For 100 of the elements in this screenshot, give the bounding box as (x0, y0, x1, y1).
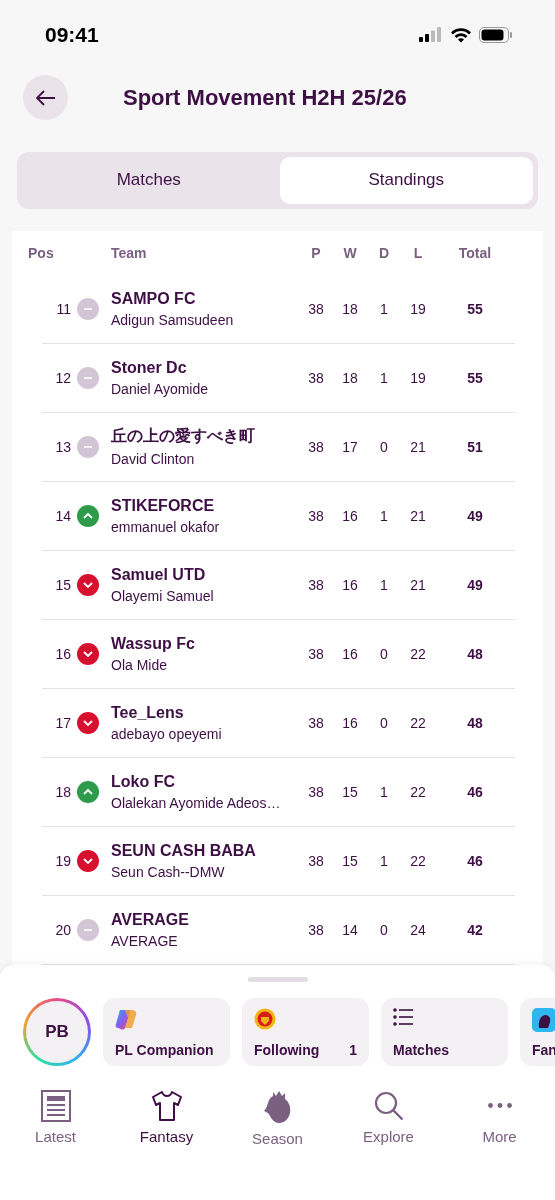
search-icon (372, 1089, 405, 1122)
total-points: 49 (466, 576, 484, 593)
table-cell-text: 14 (341, 921, 359, 938)
manager-name: Seun Cash--DMW (111, 863, 226, 880)
sheet-handle[interactable] (247, 976, 308, 982)
article-icon (40, 1089, 71, 1122)
table-cell-text: 21 (409, 438, 427, 455)
table-cell-text: 16 (341, 714, 359, 731)
table-cell-text: 22 (409, 852, 427, 869)
table-cell-text: 22 (409, 714, 427, 731)
table-cell-text: 38 (307, 921, 325, 938)
table-cell-text: 18 (341, 300, 359, 317)
position-number: 11 (56, 300, 71, 317)
shortcut-card[interactable]: Matches (381, 997, 508, 1066)
team-name: Wassup Fc (111, 634, 196, 653)
no-change-icon (77, 366, 99, 389)
total-points: 42 (466, 921, 484, 938)
team-name: SEUN CASH BABA (111, 841, 257, 860)
nav-item[interactable]: More (444, 1089, 555, 1147)
table-cell-text: 21 (409, 507, 427, 524)
table-cell-text: 0 (379, 921, 389, 938)
table-cell-text: 24 (409, 921, 427, 938)
no-change-icon (77, 297, 99, 320)
column-header: W (342, 244, 358, 261)
column-header: Team (111, 244, 148, 261)
table-cell-text: 16 (341, 645, 359, 662)
avatar[interactable]: PB (23, 997, 91, 1066)
manager-name: AVERAGE (111, 932, 179, 949)
list-icon (393, 1007, 413, 1026)
table-cell-text: 18 (341, 369, 359, 386)
signal-icon (419, 27, 443, 43)
table-cell-text: 38 (307, 300, 325, 317)
arrow-down-icon (77, 573, 99, 596)
team-name: Loko FC (111, 772, 176, 791)
position-number: 16 (55, 645, 71, 662)
arrow-down-icon (77, 711, 99, 734)
table-cell-text: 1 (379, 369, 389, 386)
column-header: Pos (28, 244, 55, 261)
position-number: 19 (55, 852, 71, 869)
manager-name: Olayemi Samuel (111, 587, 215, 604)
team-name: SAMPO FC (111, 289, 197, 308)
club-crest-icon (254, 1007, 276, 1030)
table-cell-text: 16 (341, 507, 359, 524)
manager-name: adebayo opeyemi (111, 725, 223, 742)
team-name: Tee_Lens (111, 703, 185, 722)
arrow-up-icon (77, 504, 99, 527)
position-number: 13 (55, 438, 71, 455)
table-cell-text: 38 (307, 714, 325, 731)
table-cell-text: 1 (379, 576, 389, 593)
nav-item[interactable]: Explore (333, 1089, 444, 1147)
manager-name: Daniel Ayomide (111, 380, 210, 397)
position-number: 17 (55, 714, 71, 731)
arrow-down-icon (77, 849, 99, 872)
table-cell-text: 19 (409, 300, 427, 317)
position-number: 12 (55, 369, 71, 386)
shortcut-card[interactable]: PL Companion (103, 997, 230, 1066)
tab[interactable]: Standings (279, 156, 533, 204)
total-points: 48 (466, 714, 484, 731)
nav-item[interactable]: Latest (0, 1089, 111, 1147)
position-number: 18 (55, 783, 71, 800)
team-name: 丘の上の愛すべき町 (111, 426, 256, 447)
no-change-icon (77, 435, 99, 458)
manager-name: David Clinton (111, 451, 196, 468)
page-title: Sport Movement H2H 25/26 (123, 84, 407, 111)
shortcut-card[interactable]: Following 1 (242, 997, 369, 1066)
team-name: STIKEFORCE (111, 496, 216, 515)
shirt-icon (150, 1089, 183, 1122)
table-cell-text: 38 (307, 576, 325, 593)
manager-name: Adigun Samsudeen (111, 311, 235, 328)
arrow-down-icon (77, 642, 99, 665)
table-cell-text: 19 (409, 369, 427, 386)
tab[interactable]: Matches (22, 156, 276, 204)
shortcut-label: PL Companion (115, 1041, 214, 1058)
shortcut-label: Matches (393, 1041, 450, 1058)
total-points: 51 (466, 438, 484, 455)
table-cell-text: 1 (379, 852, 389, 869)
total-points: 46 (466, 852, 484, 869)
total-points: 49 (466, 507, 484, 524)
column-header: P (310, 244, 322, 261)
table-cell-text: 15 (341, 783, 359, 800)
column-header: L (412, 244, 424, 261)
more-icon (487, 1103, 512, 1109)
sparkle-icon (115, 1007, 137, 1030)
table-cell-text: 38 (307, 507, 325, 524)
table-cell-text: 38 (307, 645, 325, 662)
table-cell-text: 22 (409, 783, 427, 800)
back-button[interactable] (23, 75, 68, 121)
total-points: 55 (466, 300, 484, 317)
column-header: D (377, 244, 391, 261)
table-cell-text: 38 (307, 783, 325, 800)
table-cell-text: 1 (379, 783, 389, 800)
nav-item[interactable]: Season (222, 1089, 333, 1147)
nav-item[interactable]: Fantasy (111, 1089, 222, 1147)
column-header: Total (457, 244, 493, 261)
wifi-icon (450, 26, 472, 43)
position-number: 14 (55, 507, 71, 524)
table-cell-text: 17 (341, 438, 359, 455)
back-arrow-icon (35, 89, 56, 106)
total-points: 55 (466, 369, 484, 386)
arrow-up-icon (77, 780, 99, 803)
